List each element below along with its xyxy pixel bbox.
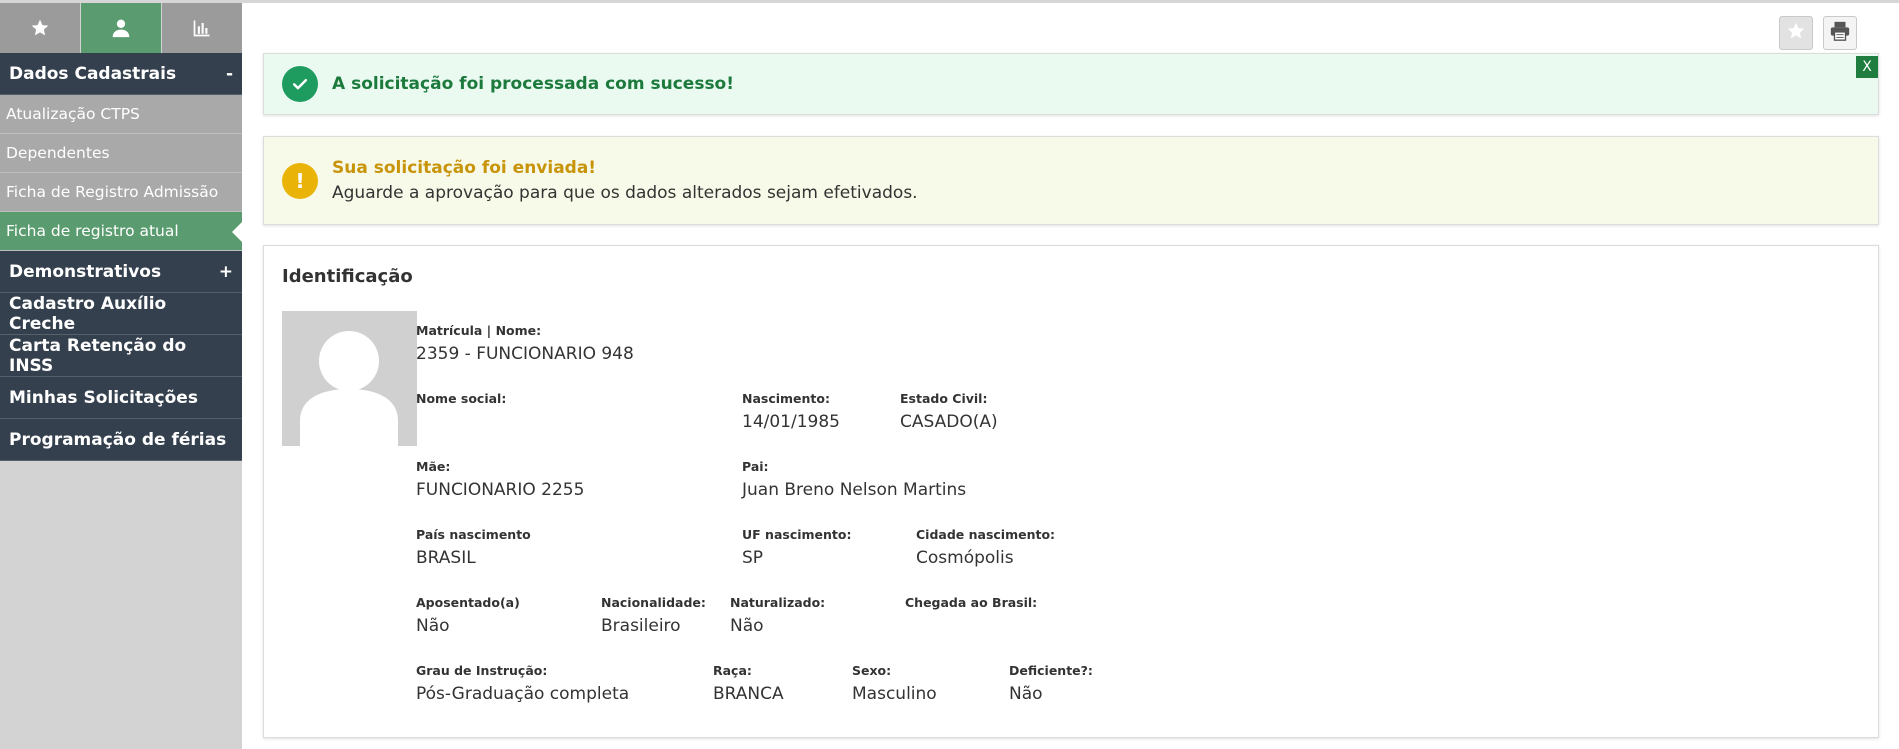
field-deficiente: Deficiente?: Não [1009,663,1093,704]
menu-item-label: Atualização CTPS [6,105,140,123]
sidebar-tabs [0,3,242,53]
field-label: País nascimento [416,527,531,542]
menu-label: Cadastro Auxílio Creche [9,293,167,334]
menu-auxilio-creche[interactable]: Cadastro Auxílio Creche [0,293,242,335]
field-uf-nascimento: UF nascimento: SP [742,527,851,568]
tab-reports[interactable] [162,3,242,53]
field-label: Raça: [713,663,752,678]
menu-item-ficha-atual[interactable]: Ficha de registro atual [0,212,242,251]
main-content: A solicitação foi processada com sucesso… [242,3,1899,749]
warning-title: Sua solicitação foi enviada! [332,158,597,178]
field-chegada-brasil: Chegada ao Brasil: [905,595,1037,616]
user-placeholder-icon [282,311,417,446]
field-cidade-nascimento: Cidade nascimento: Cosmópolis [916,527,1055,568]
expand-toggle: + [218,261,233,282]
printer-icon [1829,20,1851,46]
menu-item-ficha-admissao[interactable]: Ficha de Registro Admissão [0,173,242,212]
success-message: A solicitação foi processada com sucesso… [332,74,734,94]
menu-item-label: Dependentes [6,144,110,162]
field-matricula: Matrícula | Nome: 2359 - FUNCIONARIO 948 [416,323,634,364]
field-value: CASADO(A) [900,412,998,432]
field-value: Masculino [852,684,937,704]
field-label: Aposentado(a) [416,595,520,610]
menu-item-dependentes[interactable]: Dependentes [0,134,242,173]
field-value: 2359 - FUNCIONARIO 948 [416,344,634,364]
avatar [282,311,417,446]
field-label: Deficiente?: [1009,663,1093,678]
field-grau-instrucao: Grau de Instrução: Pós-Graduação complet… [416,663,629,704]
field-label: Pai: [742,459,769,474]
menu-minhas-solicitacoes[interactable]: Minhas Solicitações [0,377,242,419]
field-pai: Pai: Juan Breno Nelson Martins [742,459,966,500]
user-icon [111,18,131,38]
field-nascimento: Nascimento: 14/01/1985 [742,391,840,432]
favorite-button[interactable] [1779,16,1813,50]
menu-label: Minhas Solicitações [9,387,198,408]
bar-chart-icon [192,18,212,38]
field-aposentado: Aposentado(a) Não [416,595,520,636]
menu-dados-cadastrais[interactable]: Dados Cadastrais - [0,53,242,95]
menu-label: Demonstrativos [9,261,162,282]
field-nacionalidade: Nacionalidade: Brasileiro [601,595,706,636]
exclamation-icon: ! [282,162,318,199]
print-button[interactable] [1823,16,1857,50]
menu-label: Dados Cadastrais [9,63,177,84]
field-label: UF nascimento: [742,527,852,542]
identificacao-card: Identificação Matrícula | Nome: 2359 - F… [263,245,1879,738]
field-label: Nacionalidade: [601,595,706,610]
field-label: Estado Civil: [900,391,988,406]
menu-item-label: Ficha de registro atual [6,222,179,240]
field-value: 14/01/1985 [742,412,840,432]
field-value: Brasileiro [601,616,681,636]
sidebar: Dados Cadastrais - Atualização CTPS Depe… [0,3,242,749]
field-value: Cosmópolis [916,548,1014,568]
field-mae: Mãe: FUNCIONARIO 2255 [416,459,584,500]
field-value: Não [1009,684,1043,704]
field-pais-nascimento: País nascimento BRASIL [416,527,531,568]
field-value: SP [742,548,764,568]
field-label: Nome social: [416,391,507,406]
menu-carta-inss[interactable]: Carta Retenção do INSS [0,335,242,377]
menu-item-label: Ficha de Registro Admissão [6,183,219,201]
field-raca: Raça: BRANCA [713,663,784,704]
field-naturalizado: Naturalizado: Não [730,595,825,636]
field-label: Matrícula | Nome: [416,323,542,338]
menu-demonstrativos[interactable]: Demonstrativos + [0,251,242,293]
section-title: Identificação [282,266,413,287]
success-alert: A solicitação foi processada com sucesso… [263,53,1879,115]
field-label: Mãe: [416,459,451,474]
field-nome-social: Nome social: [416,391,506,412]
warning-alert: ! Sua solicitação foi enviada! Aguarde a… [263,136,1879,225]
field-value: BRASIL [416,548,476,568]
field-label: Chegada ao Brasil: [905,595,1038,610]
collapse-toggle: - [225,63,233,84]
field-label: Naturalizado: [730,595,826,610]
menu-item-atualizacao-ctps[interactable]: Atualização CTPS [0,95,242,134]
menu-label: Programação de férias [9,429,227,450]
field-label: Nascimento: [742,391,830,406]
field-sexo: Sexo: Masculino [852,663,937,704]
field-value: FUNCIONARIO 2255 [416,480,585,500]
field-value: BRANCA [713,684,784,704]
field-label: Cidade nascimento: [916,527,1056,542]
field-label: Sexo: [852,663,892,678]
menu-label: Carta Retenção do INSS [9,335,187,376]
star-icon [1786,21,1806,45]
close-alert-button[interactable]: X [1856,56,1878,78]
field-estado-civil: Estado Civil: CASADO(A) [900,391,998,432]
star-icon [30,18,50,38]
field-value: Não [416,616,450,636]
field-value: Juan Breno Nelson Martins [742,480,967,500]
field-label: Grau de Instrução: [416,663,548,678]
warning-body: Aguarde a aprovação para que os dados al… [332,183,918,203]
tab-favorites[interactable] [0,3,81,53]
check-circle-icon [282,66,318,102]
field-value: Não [730,616,764,636]
tab-profile[interactable] [81,3,162,53]
field-value: Pós-Graduação completa [416,684,630,704]
menu-programacao-ferias[interactable]: Programação de férias [0,419,242,461]
